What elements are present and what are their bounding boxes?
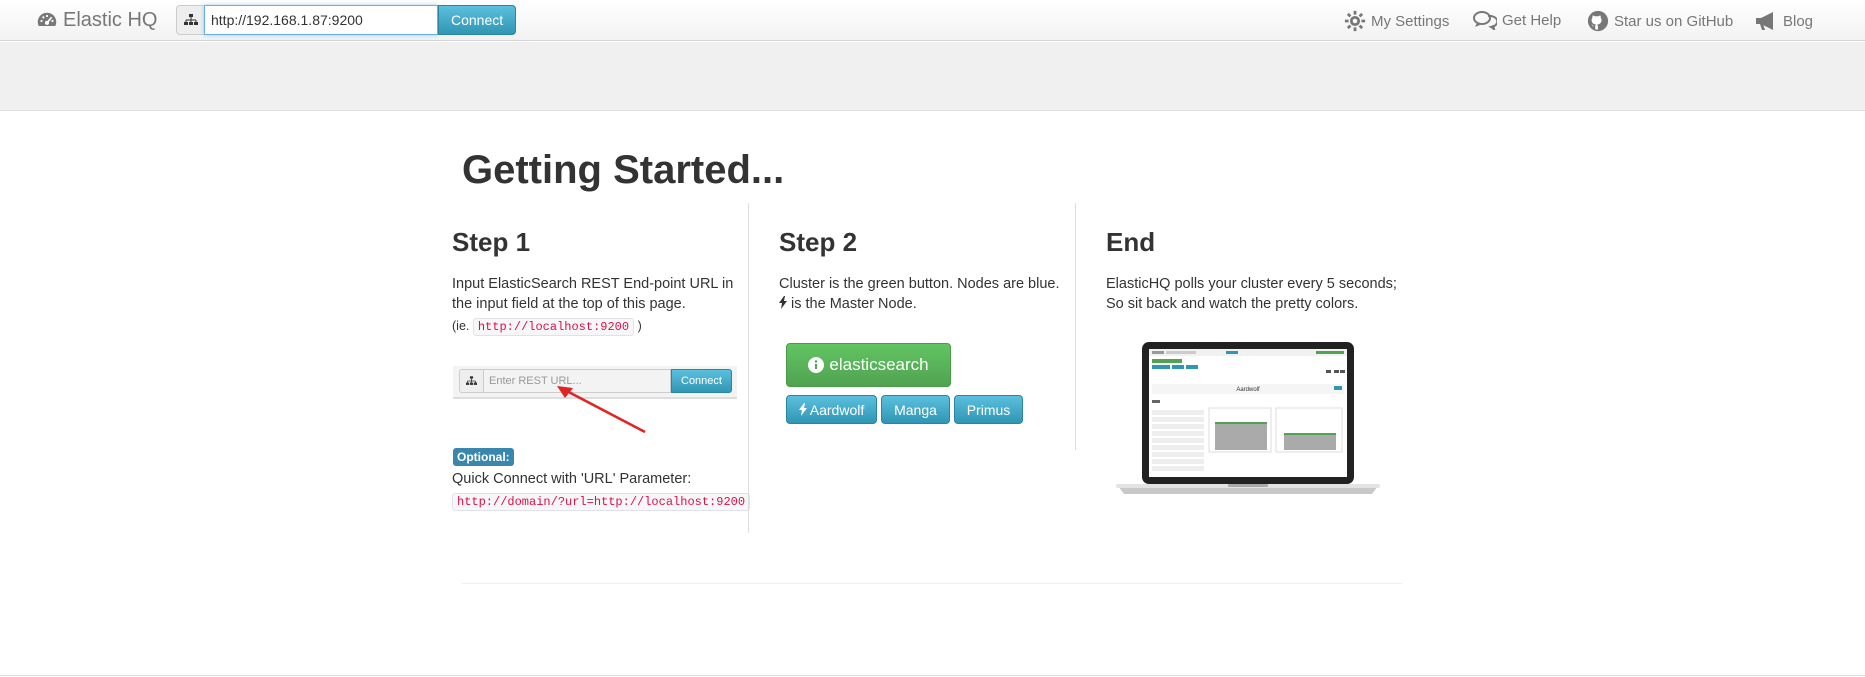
bottom-divider — [0, 675, 1865, 676]
red-arrow-icon — [557, 386, 646, 434]
chat-icon — [1473, 11, 1497, 30]
node-button[interactable]: Primus — [954, 395, 1023, 424]
nav-get-help[interactable]: Get Help — [1473, 10, 1561, 30]
sitemap-icon — [176, 5, 204, 35]
example-code: http://localhost:9200 — [472, 318, 635, 336]
nav-link-label: Star us on GitHub — [1614, 12, 1734, 30]
end-column: End ElasticHQ polls your cluster every 5… — [1106, 203, 1406, 314]
step2-column: Step 2 Cluster is the green button. Node… — [779, 203, 1069, 314]
sitemap-icon — [459, 369, 483, 393]
optional-label: Optional: — [453, 448, 514, 466]
brand[interactable]: Elastic HQ — [36, 9, 157, 32]
gear-icon — [1344, 10, 1366, 32]
step2-text: Cluster is the green button. Nodes are b… — [779, 274, 1069, 314]
nav-blog[interactable]: Blog — [1754, 10, 1813, 32]
example-prefix: (ie. — [452, 319, 470, 333]
column-divider — [748, 203, 749, 533]
node-label: Primus — [966, 401, 1011, 418]
laptop-illustration: Aardwolf — [1116, 342, 1380, 494]
mini-connect-button: Connect — [671, 369, 732, 393]
step1-example: (ie. http://localhost:9200 ) — [452, 316, 752, 337]
rest-url-input[interactable] — [204, 5, 438, 35]
step1-text: Input ElasticSearch REST End-point URL i… — [452, 276, 734, 312]
top-navbar: Elastic HQ Connect My Settings Get Help — [0, 0, 1865, 41]
nav-link-label: Get Help — [1502, 11, 1562, 29]
nav-link-label: My Settings — [1371, 12, 1450, 30]
column-divider — [1075, 203, 1076, 450]
sub-header-band — [0, 42, 1865, 111]
quick-connect-code: http://domain/?url=http://localhost:9200 — [452, 493, 751, 511]
brand-label: Elastic HQ — [63, 9, 158, 31]
example-suffix: ) — [637, 319, 642, 333]
bolt-icon — [779, 296, 787, 309]
page-title: Getting Started... — [462, 148, 785, 192]
connect-button[interactable]: Connect — [438, 5, 517, 35]
end-text: ElasticHQ polls your cluster every 5 sec… — [1106, 276, 1397, 312]
nav-link-label: Blog — [1783, 12, 1814, 30]
github-icon — [1587, 10, 1609, 32]
end-heading: End — [1106, 227, 1156, 257]
node-label: Aardwolf — [809, 401, 865, 418]
connect-group: Connect — [176, 5, 517, 35]
laptop-screen-title: Aardwolf — [1236, 387, 1260, 393]
nav-github[interactable]: Star us on GitHub — [1587, 10, 1733, 32]
cluster-button[interactable]: elasticsearch — [786, 343, 951, 387]
megaphone-icon — [1756, 12, 1773, 30]
step1-heading: Step 1 — [452, 227, 531, 257]
step2-text-b: is the Master Node. — [791, 296, 917, 312]
info-icon — [808, 357, 825, 373]
quick-connect-text: Quick Connect with 'URL' Parameter: — [452, 471, 692, 487]
nav-my-settings[interactable]: My Settings — [1344, 10, 1449, 32]
node-button[interactable]: Manga — [881, 395, 950, 424]
dashboard-icon — [37, 12, 57, 26]
step1-column: Step 1 Input ElasticSearch REST End-poin… — [452, 203, 752, 337]
node-button-master[interactable]: Aardwolf — [786, 395, 877, 424]
bolt-icon — [798, 403, 807, 416]
step2-text-a: Cluster is the green button. Nodes are b… — [779, 276, 1060, 292]
node-label: Manga — [894, 401, 937, 418]
cluster-button-label: elasticsearch — [829, 355, 929, 374]
footer-divider — [462, 583, 1402, 584]
step2-heading: Step 2 — [779, 227, 858, 257]
